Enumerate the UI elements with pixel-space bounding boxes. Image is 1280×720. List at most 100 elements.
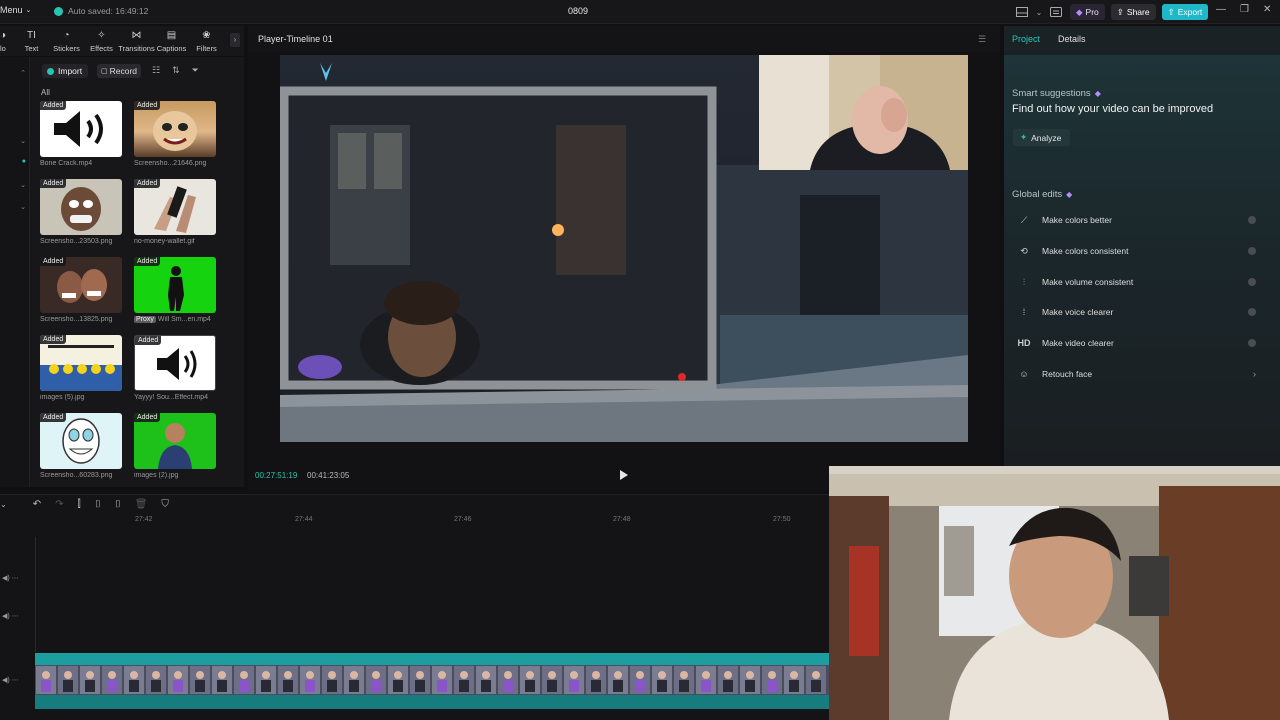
player-header — [248, 26, 1000, 52]
delete-icon[interactable]: 🗑 — [135, 499, 148, 510]
track-audio-icon[interactable]: ◀) ⋯ — [2, 612, 19, 620]
added-badge: Added — [134, 257, 161, 266]
diamond-icon: ◆ — [1076, 6, 1083, 17]
media-item[interactable]: Added images (2).jpg — [134, 413, 216, 479]
close-icon[interactable]: ✕ — [1263, 4, 1271, 15]
record-label: Record — [109, 66, 138, 76]
timeline-ruler[interactable]: 27:42 27:44 27:46 27:48 27:50 — [30, 516, 830, 530]
chevron-right-icon[interactable]: › — [230, 33, 240, 47]
media-name: Screensho...13825.png — [40, 316, 113, 323]
media-item[interactable]: Added no-money-wallet.gif — [134, 179, 216, 245]
chevron-down-icon[interactable]: ⌄ — [0, 500, 7, 509]
chevron-down-icon[interactable]: ⌄ — [6, 137, 26, 147]
undo-icon[interactable]: ↶ — [33, 499, 41, 510]
edit-label: Make voice clearer — [1042, 307, 1114, 317]
edit-retouch-face[interactable]: ☺ Retouch face › — [1012, 362, 1264, 386]
clip-frame — [58, 666, 78, 694]
tab-captions[interactable]: ▤ Captions — [154, 26, 189, 53]
trim-right-icon[interactable]: ⌷ — [115, 499, 121, 510]
audio-icon: ◑ — [0, 30, 7, 41]
tab-effects[interactable]: ✧ Effects — [84, 26, 119, 53]
analyze-label: Analyze — [1031, 132, 1062, 143]
export-button[interactable]: ⇧ Export — [1161, 4, 1209, 20]
transitions-icon: ⋈ — [131, 30, 142, 41]
tab-filters[interactable]: ❀ Filters — [189, 26, 224, 53]
clip-frame — [674, 666, 694, 694]
chevron-down-icon[interactable]: ⌄ — [1036, 5, 1043, 19]
tab-details[interactable]: Details — [1058, 34, 1086, 44]
toggle[interactable] — [1248, 339, 1256, 347]
media-item[interactable]: Added Yayyy! Sou...Effect.mp4 — [134, 335, 216, 401]
effects-icon: ✧ — [97, 30, 106, 41]
record-button[interactable]: ▢ Record — [97, 64, 142, 78]
import-button[interactable]: Import — [42, 64, 89, 78]
menu-icon[interactable]: ☰ — [978, 34, 986, 45]
global-edits-label: Global edits ◆ — [1012, 189, 1072, 200]
time-total: 00:41:23:05 — [307, 471, 350, 480]
media-item[interactable]: Added Bone Crack.mp4 — [40, 101, 122, 167]
pro-button[interactable]: ◆ Pro — [1070, 4, 1105, 20]
media-item[interactable]: Added Screensho...13825.png — [40, 257, 122, 323]
track-audio-icon[interactable]: ◀) ⋯ — [2, 574, 19, 582]
trim-left-icon[interactable]: ⌷ — [95, 499, 101, 510]
media-item[interactable]: Added Screensho...21646.png — [134, 101, 216, 167]
analyze-button[interactable]: ✦ Analyze — [1013, 129, 1071, 146]
tab-label: Stickers — [53, 44, 80, 53]
media-item[interactable]: Added Screensho...60283.png — [40, 413, 122, 479]
media-filter-all[interactable]: All — [41, 88, 50, 97]
maximize-icon[interactable]: ❐ — [1240, 4, 1249, 15]
chevron-up-icon[interactable]: ⌃ — [6, 69, 26, 79]
layout-icon[interactable] — [1014, 5, 1030, 19]
video-clip[interactable] — [35, 653, 830, 709]
voice-icon: ⁞ — [1022, 307, 1026, 317]
media-item[interactable]: Added Screensho...23503.png — [40, 179, 122, 245]
chevron-down-icon[interactable]: ⌄ — [6, 203, 26, 213]
clip-frame — [278, 666, 298, 694]
shortcut-icon[interactable] — [1048, 5, 1064, 19]
chevron-down-icon[interactable]: ⌄ — [6, 181, 26, 191]
tick-label: 27:48 — [613, 516, 631, 523]
filter-icon[interactable]: ⏷ — [192, 65, 199, 76]
tab-audio[interactable]: ◑ lo — [0, 26, 14, 53]
media-item[interactable]: Added images (5).jpg — [40, 335, 122, 401]
track-area[interactable] — [35, 537, 830, 652]
tool-tabs: ◑ lo TI Text ◔ Stickers ✧ Effects ⋈ Tran… — [0, 26, 244, 56]
view-grid-icon[interactable]: ☷ — [152, 65, 160, 76]
tab-text[interactable]: TI Text — [14, 26, 49, 53]
media-item[interactable]: Added Proxy Will Sm...en.mp4 — [134, 257, 216, 323]
smart-suggestions-text: Smart suggestions — [1012, 88, 1091, 99]
tab-transitions[interactable]: ⋈ Transitions — [118, 26, 154, 53]
added-badge: Added — [40, 101, 67, 110]
edit-make-voice-clearer[interactable]: ⁞ Make voice clearer — [1012, 300, 1264, 324]
global-edits-text: Global edits — [1012, 189, 1063, 200]
captions-icon: ▤ — [166, 30, 177, 41]
edit-make-colors-better[interactable]: ⟋ Make colors better — [1012, 208, 1264, 232]
video-preview[interactable] — [280, 55, 968, 442]
edit-make-colors-consistent[interactable]: ⟲ Make colors consistent — [1012, 239, 1264, 263]
menu-label: Menu — [0, 5, 23, 15]
edit-make-video-clearer[interactable]: HD Make video clearer — [1012, 331, 1264, 355]
chevron-right-icon: › — [1253, 369, 1256, 379]
menu-button[interactable]: Menu ⌄ — [0, 5, 31, 15]
media-name: Screensho...21646.png — [134, 160, 207, 167]
added-badge: Added — [134, 179, 161, 188]
marker-icon[interactable]: ⛉ — [161, 499, 169, 510]
tab-stickers[interactable]: ◔ Stickers — [49, 26, 84, 53]
toggle[interactable] — [1248, 216, 1256, 224]
edit-make-volume-consistent[interactable]: ⫶ Make volume consistent — [1012, 270, 1264, 294]
sidebar-dot-icon[interactable]: ● — [6, 158, 26, 168]
play-icon[interactable] — [619, 469, 629, 481]
redo-icon[interactable]: ↷ — [55, 499, 63, 510]
sort-icon[interactable]: ⇅ — [172, 65, 180, 76]
toggle[interactable] — [1248, 278, 1256, 286]
minimize-icon[interactable]: — — [1216, 4, 1226, 15]
track-audio-icon[interactable]: ◀) ⋯ — [2, 676, 19, 684]
toggle[interactable] — [1248, 308, 1256, 316]
toggle[interactable] — [1248, 247, 1256, 255]
tab-label: Captions — [156, 44, 187, 53]
split-icon[interactable]: ⫿ — [77, 499, 80, 510]
share-button[interactable]: ⇪ Share — [1110, 4, 1156, 20]
tab-project[interactable]: Project — [1012, 34, 1040, 44]
clip-frame — [234, 666, 254, 694]
tab-label: Text — [24, 44, 39, 53]
